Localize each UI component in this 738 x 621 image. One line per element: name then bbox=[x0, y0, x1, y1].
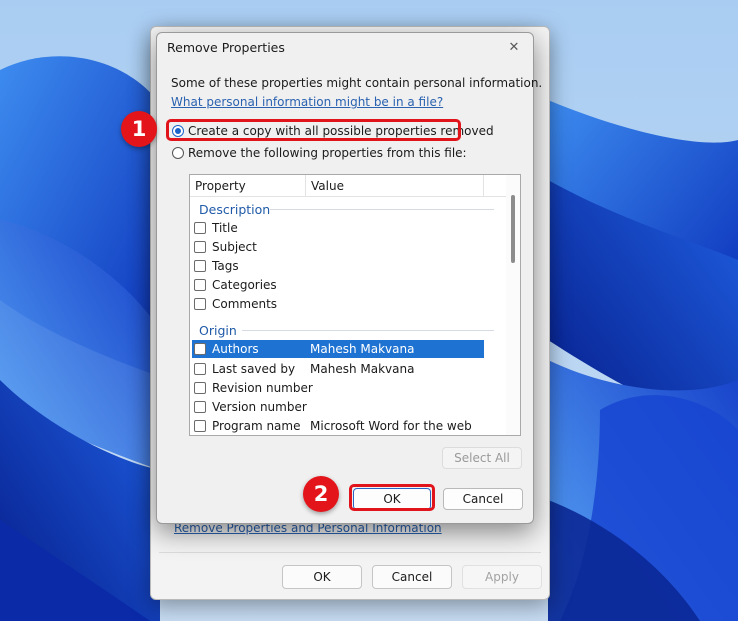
column-header-property[interactable]: Property bbox=[190, 175, 306, 196]
checkbox-subject[interactable] bbox=[194, 241, 206, 253]
list-item[interactable]: Authors Mahesh Makvana bbox=[192, 340, 484, 358]
list-item[interactable]: Revision number bbox=[192, 379, 484, 397]
personal-info-help-link[interactable]: What personal information might be in a … bbox=[171, 95, 443, 109]
info-text: Some of these properties might contain p… bbox=[171, 76, 543, 90]
checkbox-comments[interactable] bbox=[194, 298, 206, 310]
list-item[interactable]: Version number bbox=[192, 398, 484, 416]
step-2-badge: 2 bbox=[303, 476, 339, 512]
list-item[interactable]: Last saved by Mahesh Makvana bbox=[192, 360, 484, 378]
group-heading-description: Description bbox=[199, 202, 271, 217]
column-header-value[interactable]: Value bbox=[306, 175, 484, 196]
close-icon: ✕ bbox=[508, 39, 520, 55]
checkbox-categories[interactable] bbox=[194, 279, 206, 291]
property-name: Tags bbox=[212, 259, 239, 273]
list-header: Property Value bbox=[190, 175, 506, 197]
list-item[interactable]: Tags bbox=[192, 257, 484, 275]
property-name: Revision number bbox=[212, 381, 313, 395]
radio-remove-label: Remove the following properties from thi… bbox=[188, 146, 467, 160]
property-name: Last saved by bbox=[212, 362, 296, 376]
select-all-button[interactable]: Select All bbox=[442, 447, 522, 469]
cancel-button[interactable]: Cancel bbox=[443, 488, 523, 510]
close-button[interactable]: ✕ bbox=[501, 37, 527, 57]
step1-highlight bbox=[166, 119, 461, 141]
dialog-title: Remove Properties bbox=[167, 40, 285, 55]
property-name: Title bbox=[212, 221, 238, 235]
checkbox-last-saved-by[interactable] bbox=[194, 363, 206, 375]
remove-properties-dialog: Remove Properties ✕ Some of these proper… bbox=[156, 32, 542, 524]
group-heading-origin: Origin bbox=[199, 323, 237, 338]
property-name: Subject bbox=[212, 240, 257, 254]
property-name: Categories bbox=[212, 278, 277, 292]
properties-list[interactable]: Property Value Description Title Subject… bbox=[189, 174, 521, 436]
property-value: Microsoft Word for the web bbox=[310, 419, 472, 433]
radio-remove-option[interactable]: Remove the following properties from thi… bbox=[172, 146, 467, 160]
list-item[interactable]: Categories bbox=[192, 276, 484, 294]
checkbox-authors[interactable] bbox=[194, 343, 206, 355]
property-value: Mahesh Makvana bbox=[310, 362, 415, 376]
footer-separator bbox=[159, 552, 541, 553]
property-name: Version number bbox=[212, 400, 307, 414]
property-name: Authors bbox=[212, 342, 259, 356]
background-apply-button[interactable]: Apply bbox=[462, 565, 542, 589]
background-cancel-button[interactable]: Cancel bbox=[372, 565, 452, 589]
radio-remove-indicator[interactable] bbox=[172, 147, 184, 159]
property-value: Mahesh Makvana bbox=[310, 342, 415, 356]
checkbox-tags[interactable] bbox=[194, 260, 206, 272]
checkbox-revision-number[interactable] bbox=[194, 382, 206, 394]
group-divider bbox=[242, 330, 494, 331]
list-item[interactable]: Comments bbox=[192, 295, 484, 313]
scrollbar-thumb[interactable] bbox=[511, 195, 515, 263]
list-item[interactable]: Title bbox=[192, 219, 484, 237]
list-item[interactable]: Program name Microsoft Word for the web bbox=[192, 417, 484, 435]
list-scrollbar[interactable] bbox=[506, 175, 520, 435]
step-1-badge: 1 bbox=[121, 111, 157, 147]
background-ok-button[interactable]: OK bbox=[282, 565, 362, 589]
property-name: Comments bbox=[212, 297, 278, 311]
checkbox-title[interactable] bbox=[194, 222, 206, 234]
property-name: Program name bbox=[212, 419, 301, 433]
step2-highlight bbox=[349, 484, 435, 511]
list-item[interactable]: Subject bbox=[192, 238, 484, 256]
checkbox-version-number[interactable] bbox=[194, 401, 206, 413]
checkbox-program-name[interactable] bbox=[194, 420, 206, 432]
group-divider bbox=[270, 209, 494, 210]
